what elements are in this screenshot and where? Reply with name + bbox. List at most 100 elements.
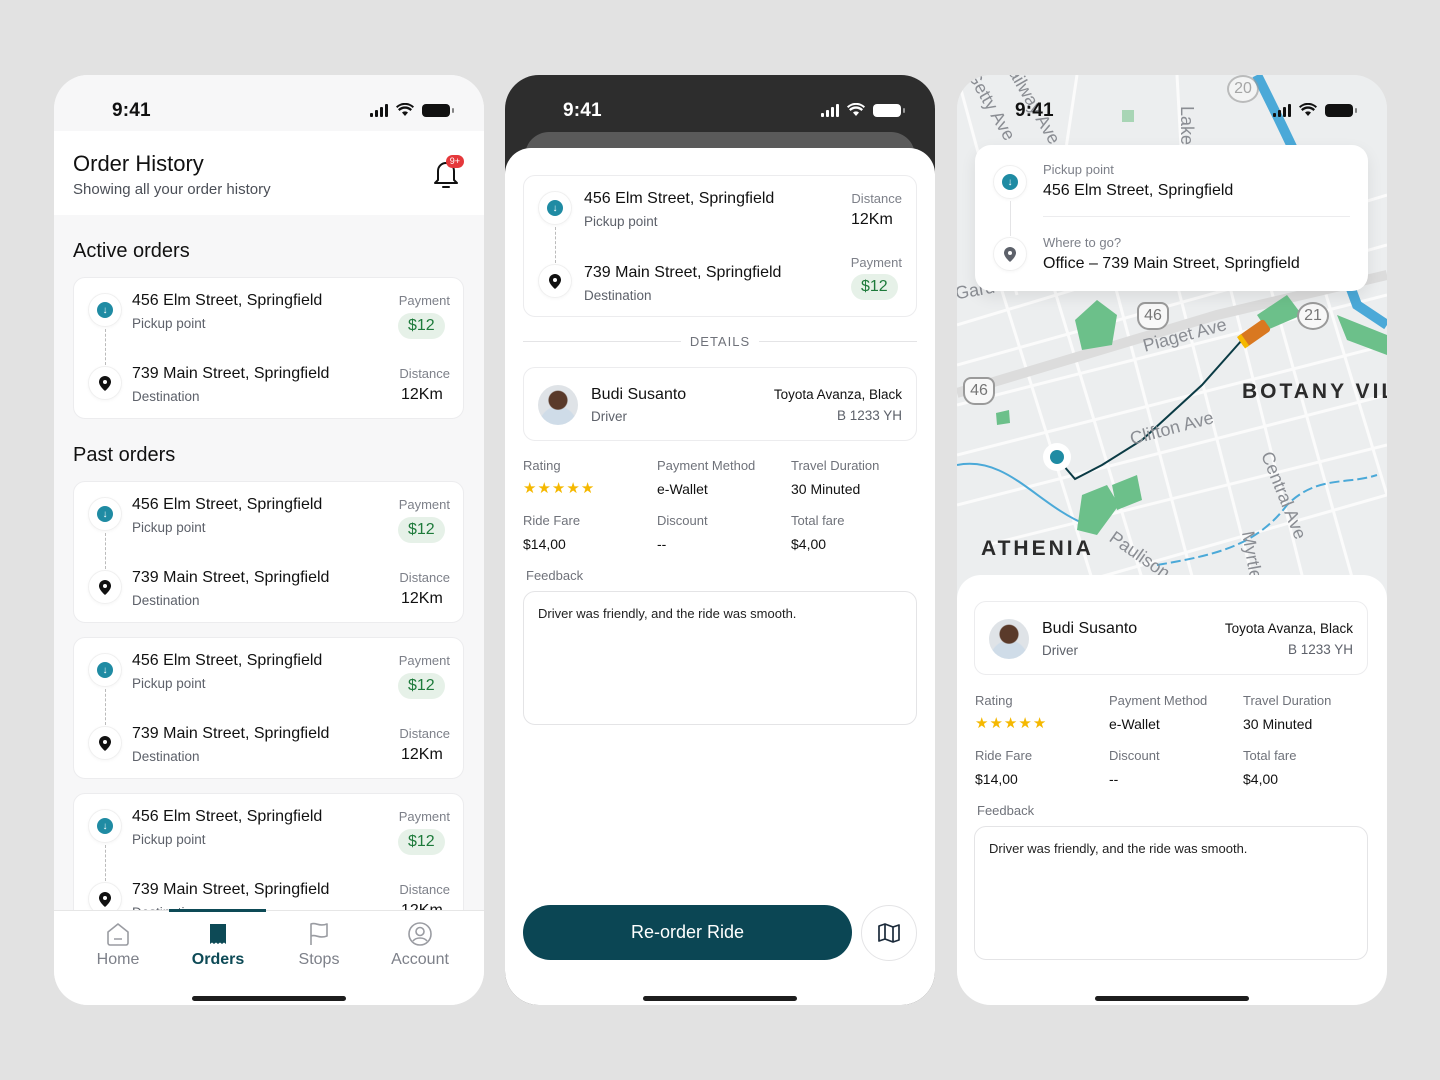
destination-marker [88,570,122,604]
pickup-marker: ↓ [88,809,122,843]
past-order-card[interactable]: ↓ 456 Elm Street, Springfield Pickup point… [73,481,464,623]
car-plate: B 1233 YH [1287,642,1353,657]
pickup-address: 456 Elm Street, Springfield [132,808,323,825]
pickup-marker: ↓ [993,165,1027,199]
distance-value: 12Km [401,746,443,763]
wifi-icon [1299,103,1317,116]
destination-marker [538,264,572,298]
field-divider [1043,216,1350,217]
duration-value: 30 Minuted [1243,716,1313,732]
page-header: Order History Showing all your order his… [54,131,484,215]
ride-fare-value: $14,00 [523,536,566,552]
pickup-address: 456 Elm Street, Springfield [132,292,323,309]
arrow-down-icon: ↓ [1002,174,1018,190]
destination-address: 739 Main Street, Springfield [132,725,330,742]
feedback-box[interactable]: Driver was friendly, and the ride was sm… [974,826,1368,960]
payment-value: $12 [398,673,445,699]
battery-icon [873,103,905,117]
status-bar: 9:41 [957,75,1387,131]
total-fare-label: Total fare [1243,748,1297,763]
payment-method-label: Payment Method [657,458,756,473]
driver-info-sheet: Budi Susanto Driver Toyota Avanza, Black… [957,575,1387,1005]
map-view-screen: Piaget Ave Clifton Ave Central Ave Myrtl… [957,75,1387,1005]
route-46-shield: 46 [963,377,995,405]
pickup-label: Pickup point [132,316,206,331]
destination-marker [88,726,122,760]
payment-label: Payment [398,497,450,512]
pickup-marker: ↓ [88,293,122,327]
active-orders-title: Active orders [73,240,190,262]
nav-orders-label: Orders [191,951,245,968]
pickup-label: Pickup point [584,214,658,229]
active-order-card[interactable]: ↓ 456 Elm Street, Springfield Pickup point… [73,277,464,419]
destination-label: Where to go? [1043,235,1122,250]
star-icon: ★ [523,480,538,497]
page-subtitle: Showing all your order history [73,181,271,198]
destination-address-field[interactable]: Office – 739 Main Street, Springfield [1043,255,1300,273]
location-card: ↓ Pickup point 456 Elm Street, Springfie… [975,145,1368,291]
feedback-text: Driver was friendly, and the ride was sm… [538,606,797,621]
map-label-athenia: ATHENIA [981,537,1094,560]
star-icon: ★ [1018,715,1033,732]
discount-value: -- [657,536,667,552]
total-fare-value: $4,00 [1243,771,1279,787]
destination-label: Destination [132,749,200,764]
nav-orders[interactable]: Orders [168,921,268,969]
nav-account[interactable]: Account [370,921,470,969]
pickup-label: Pickup point [1043,162,1114,177]
star-icon: ★ [1003,715,1019,732]
distance-value: 12Km [851,211,893,228]
driver-role: Driver [1042,643,1078,658]
active-tab-indicator [169,909,266,912]
view-map-button[interactable] [861,905,917,961]
driver-avatar [989,619,1029,659]
payment-value: $12 [398,517,445,543]
distance-label: Distance [851,191,902,206]
feedback-box[interactable]: Driver was friendly, and the ride was sm… [523,591,917,725]
map-icon [878,923,900,943]
details-divider: DETAILS [523,334,917,349]
payment-value: $12 [398,829,445,855]
payment-label: Payment [398,293,450,308]
destination-marker [993,237,1027,271]
pickup-label: Pickup point [132,832,206,847]
pickup-marker: ↓ [538,191,572,225]
star-icon: ★ [580,480,596,497]
past-order-card[interactable]: ↓ 456 Elm Street, Springfield Pickup point… [73,637,464,779]
pickup-address: 456 Elm Street, Springfield [584,190,775,207]
nav-stops-label: Stops [298,951,340,968]
battery-icon [422,103,454,117]
wifi-icon [396,103,414,116]
driver-role: Driver [591,409,627,424]
nav-stops[interactable]: Stops [269,921,369,969]
arrow-down-icon: ↓ [97,818,113,834]
distance-label: Distance [399,882,450,897]
order-history-screen: 9:41 Order History Showing all your orde… [54,75,484,1005]
distance-value: 12Km [401,386,443,403]
star-icon: ★ [551,480,567,497]
arrow-down-icon: ↓ [97,302,113,318]
nav-home[interactable]: Home [68,921,168,969]
user-circle-icon [408,922,432,946]
pickup-address-field[interactable]: 456 Elm Street, Springfield [1043,182,1233,200]
discount-value: -- [1109,771,1119,787]
star-icon: ★ [537,480,552,497]
distance-value: 12Km [401,590,443,607]
detail-sheet: ↓ 456 Elm Street, Springfield Pickup poi… [505,148,935,1005]
destination-address: 739 Main Street, Springfield [132,881,330,898]
route-21-shield: 21 [1297,302,1329,330]
route-46-shield: 46 [1137,302,1169,330]
pickup-address: 456 Elm Street, Springfield [132,652,323,669]
location-pin-icon [1004,246,1016,262]
location-pin-icon [99,579,111,595]
route-connector [555,227,556,263]
payment-method-label: Payment Method [1109,693,1208,708]
star-icon: ★ [989,715,1004,732]
reorder-ride-button[interactable]: Re-order Ride [523,905,852,960]
driver-avatar [538,385,578,425]
star-icon: ★ [1032,715,1048,732]
car-model: Toyota Avanza, Black [1224,621,1353,636]
details-label: DETAILS [689,334,751,349]
status-time: 9:41 [563,100,602,121]
driver-name: Budi Susanto [1042,620,1138,637]
